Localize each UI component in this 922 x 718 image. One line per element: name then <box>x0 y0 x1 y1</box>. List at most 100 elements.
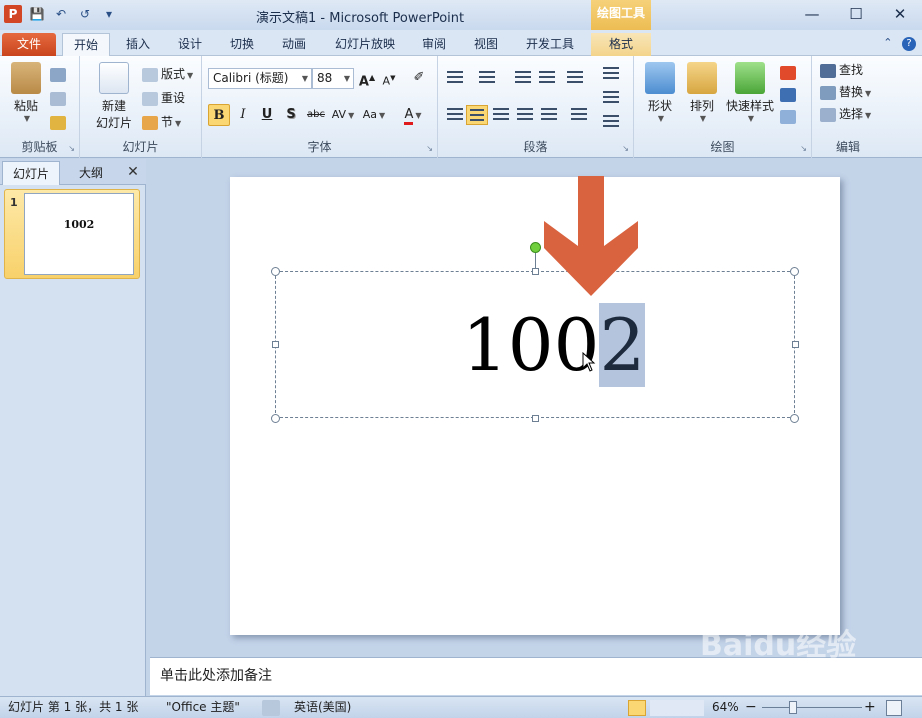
justify-icon[interactable] <box>514 105 536 125</box>
resize-handle-top-right[interactable] <box>790 267 799 276</box>
zoom-level[interactable]: 64% <box>712 697 739 718</box>
copy-button[interactable] <box>50 88 69 108</box>
slide-sorter-icon[interactable] <box>650 700 668 716</box>
align-center-icon[interactable] <box>466 105 488 125</box>
tab-view[interactable]: 视图 <box>464 33 508 56</box>
shape-outline-button[interactable] <box>780 84 799 104</box>
distributed-icon[interactable] <box>538 105 560 125</box>
columns-icon[interactable] <box>568 105 590 125</box>
tab-design[interactable]: 设计 <box>168 33 212 56</box>
tab-insert[interactable]: 插入 <box>116 33 160 56</box>
tab-file[interactable]: 文件 <box>2 33 56 56</box>
align-right-icon[interactable] <box>490 105 512 125</box>
tab-home[interactable]: 开始 <box>62 33 110 56</box>
customize-qat-icon[interactable]: ▾ <box>100 5 118 23</box>
quick-styles-button[interactable]: 快速样式 ▼ <box>724 62 776 123</box>
dialog-launcher-icon[interactable]: ↘ <box>800 144 807 153</box>
paste-button[interactable]: 粘贴 ▼ <box>6 62 46 123</box>
language-status[interactable]: 英语(美国) <box>294 697 351 718</box>
shape-effects-button[interactable] <box>780 106 799 126</box>
tab-animations[interactable]: 动画 <box>272 33 316 56</box>
align-text-icon[interactable] <box>600 88 622 108</box>
align-left-icon[interactable] <box>444 105 466 125</box>
group-label-slides: 幻灯片 <box>122 140 159 154</box>
normal-view-icon[interactable] <box>628 700 646 716</box>
tab-developer[interactable]: 开发工具 <box>516 33 584 56</box>
text-shadow-button[interactable]: S <box>280 104 302 126</box>
resize-handle-top[interactable] <box>532 268 539 275</box>
tab-slideshow[interactable]: 幻灯片放映 <box>326 33 404 56</box>
smartart-icon[interactable] <box>600 112 622 132</box>
fit-to-window-icon[interactable] <box>886 700 902 716</box>
tab-outline-pane[interactable]: 大纲 <box>62 161 120 185</box>
font-name-combobox[interactable]: Calibri (标题) ▼ <box>208 68 312 89</box>
underline-button[interactable]: U <box>256 104 278 126</box>
dialog-launcher-icon[interactable]: ↘ <box>622 144 629 153</box>
tab-format[interactable]: 格式 <box>591 33 651 56</box>
shrink-font-button[interactable]: A▼ <box>378 67 400 89</box>
zoom-slider-thumb[interactable] <box>789 701 797 714</box>
zoom-slider-track[interactable] <box>762 707 862 708</box>
save-icon[interactable]: 💾 <box>28 5 46 23</box>
resize-handle-left[interactable] <box>272 341 279 348</box>
italic-button[interactable]: I <box>232 104 254 126</box>
minimize-ribbon-icon[interactable]: ⌃ <box>883 36 892 49</box>
tab-transitions[interactable]: 切换 <box>220 33 264 56</box>
resize-handle-right[interactable] <box>792 341 799 348</box>
change-case-button[interactable]: Aa ▼ <box>360 104 388 126</box>
section-button[interactable]: 节 ▼ <box>142 112 181 132</box>
select-button[interactable]: 选择 ▼ <box>820 104 871 124</box>
close-pane-icon[interactable]: ✕ <box>124 163 142 181</box>
quick-access-toolbar: 💾 ↶ ↺ ▾ <box>28 5 118 23</box>
replace-button[interactable]: 替换 ▼ <box>820 82 871 102</box>
reading-view-icon[interactable] <box>668 700 686 716</box>
powerpoint-app-icon[interactable]: P <box>4 5 22 23</box>
zoom-out-button[interactable]: − <box>745 697 757 718</box>
numbering-icon[interactable] <box>476 68 498 88</box>
strikethrough-button[interactable]: abc <box>304 104 328 126</box>
shape-fill-button[interactable] <box>780 62 799 82</box>
bullets-icon[interactable] <box>444 68 466 88</box>
shapes-button[interactable]: 形状 ▼ <box>640 62 680 123</box>
resize-handle-bottom-left[interactable] <box>271 414 280 423</box>
reset-button[interactable]: 重设 <box>142 88 185 108</box>
slide-text-content[interactable]: 1002 <box>462 302 646 388</box>
minimize-button[interactable]: — <box>790 0 834 28</box>
clear-formatting-icon[interactable]: ✐ <box>408 67 430 89</box>
character-spacing-button[interactable]: AV ▼ <box>330 104 356 126</box>
font-size-combobox[interactable]: 88 ▼ <box>312 68 354 89</box>
arrange-button[interactable]: 排列 ▼ <box>682 62 722 123</box>
redo-icon[interactable]: ↺ <box>76 5 94 23</box>
help-icon[interactable]: ? <box>902 37 916 51</box>
tab-review[interactable]: 审阅 <box>412 33 456 56</box>
dialog-launcher-icon[interactable]: ↘ <box>426 144 433 153</box>
cut-button[interactable] <box>50 64 69 84</box>
new-slide-button[interactable]: 新建 幻灯片 <box>88 62 140 131</box>
increase-indent-icon[interactable] <box>536 68 558 88</box>
close-button[interactable]: ✕ <box>878 0 922 28</box>
slides-pane: 幻灯片 大纲 ✕ 1 1002 <box>0 159 146 696</box>
bold-button[interactable]: B <box>208 104 230 126</box>
line-spacing-icon[interactable] <box>564 68 586 88</box>
find-button[interactable]: 查找 <box>820 60 863 80</box>
maximize-button[interactable]: ☐ <box>834 0 878 28</box>
undo-icon[interactable]: ↶ <box>52 5 70 23</box>
slide-thumbnail[interactable]: 1002 <box>24 193 134 275</box>
resize-handle-bottom[interactable] <box>532 415 539 422</box>
spell-check-icon[interactable] <box>262 700 280 716</box>
group-paragraph: 段落 ↘ <box>438 56 634 158</box>
layout-button[interactable]: 版式 ▼ <box>142 64 193 84</box>
rotation-handle[interactable] <box>530 242 541 253</box>
resize-handle-bottom-right[interactable] <box>790 414 799 423</box>
zoom-in-button[interactable]: + <box>864 697 876 718</box>
slideshow-view-icon[interactable] <box>686 700 704 716</box>
resize-handle-top-left[interactable] <box>271 267 280 276</box>
tab-slides-pane[interactable]: 幻灯片 <box>2 161 60 185</box>
decrease-indent-icon[interactable] <box>512 68 534 88</box>
dialog-launcher-icon[interactable]: ↘ <box>68 144 75 153</box>
theme-status[interactable]: "Office 主题" <box>166 697 240 718</box>
font-color-button[interactable]: A ▼ <box>398 104 428 126</box>
grow-font-button[interactable]: A▲ <box>356 67 378 89</box>
format-painter-button[interactable] <box>50 112 69 132</box>
text-direction-icon[interactable] <box>600 64 622 84</box>
